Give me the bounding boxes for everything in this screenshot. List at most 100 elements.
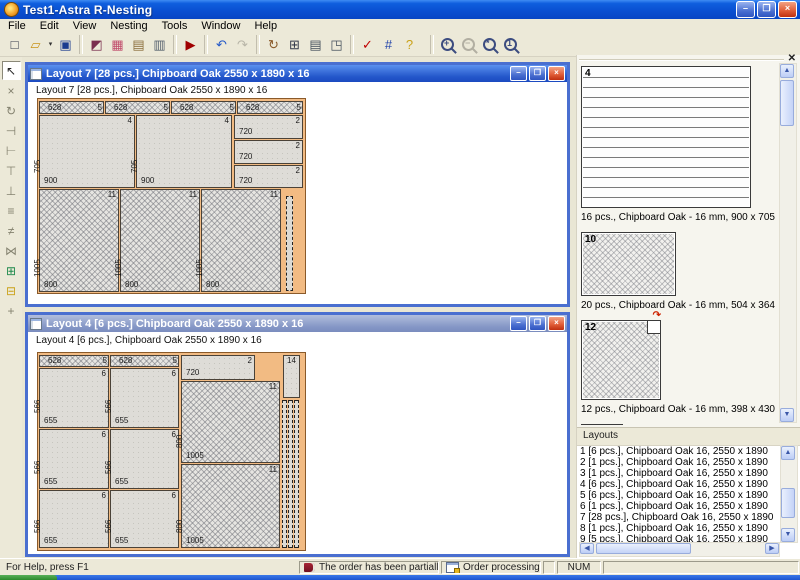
print-preview-button[interactable]: ◳ [326, 35, 347, 55]
sheet-piece[interactable]: 118001005 [181, 381, 280, 463]
check-order-button[interactable]: ✓ [357, 35, 378, 55]
start-button-edge[interactable] [0, 575, 57, 580]
sheet-piece[interactable] [294, 400, 299, 548]
nesting-sheet[interactable]: 6285628562856285470590047059002720272027… [37, 98, 306, 294]
space-horizontal-tool[interactable]: ⊣ [2, 121, 21, 140]
nesting-sheet[interactable]: 6285628565666556566655656665565666556566… [37, 352, 306, 551]
close-button[interactable]: × [778, 1, 797, 18]
scrollbar-thumb[interactable] [596, 543, 691, 554]
open-button[interactable]: ▱ [25, 35, 46, 55]
sheet-piece[interactable]: 111005800 [201, 189, 281, 292]
menu-view[interactable]: View [67, 20, 105, 32]
redo-button[interactable]: ↷ [232, 35, 253, 55]
child-minimize-button[interactable]: – [510, 66, 527, 81]
sheet-piece[interactable] [286, 196, 293, 291]
sheet-piece[interactable] [288, 400, 293, 548]
part-item[interactable]: 14 [577, 424, 778, 425]
layout-canvas[interactable]: Layout 7 [28 pcs.], Chipboard Oak 2550 x… [28, 82, 567, 304]
help-button[interactable]: ? [399, 35, 420, 55]
run-nesting-button[interactable]: ▶ [180, 35, 201, 55]
scroll-right-icon[interactable]: ▶ [765, 543, 779, 554]
sheet-piece[interactable]: 118001005 [181, 464, 280, 548]
space-vertical-tool[interactable]: ⊢ [2, 141, 21, 160]
tile-windows-button[interactable]: ⊞ [284, 35, 305, 55]
cutting-chart-button[interactable]: # [378, 35, 399, 55]
sheet-piece[interactable]: 6566655 [110, 429, 179, 489]
menu-nesting[interactable]: Nesting [104, 20, 155, 32]
child-title-bar[interactable]: Layout 4 [6 pcs.] Chipboard Oak 2550 x 1… [28, 315, 567, 332]
scroll-up-icon[interactable]: ▲ [781, 446, 795, 460]
book-button[interactable]: ▥ [149, 35, 170, 55]
minimize-button[interactable]: – [736, 1, 755, 18]
materials-button[interactable]: ▦ [107, 35, 128, 55]
child-title-bar[interactable]: Layout 7 [28 pcs.] Chipboard Oak 2550 x … [28, 65, 567, 82]
layout-list-item[interactable]: 8 [1 pcs.], Chipboard Oak 16, 2550 x 189… [580, 523, 780, 534]
sheet-piece[interactable]: 6566655 [39, 429, 109, 489]
scroll-down-icon[interactable]: ▼ [780, 408, 794, 422]
sheet-piece[interactable]: 6285 [171, 101, 236, 114]
result-window-tool[interactable]: ⊞ [2, 261, 21, 280]
child-minimize-button[interactable]: – [510, 316, 527, 331]
sheet-piece[interactable]: 6285 [39, 355, 109, 367]
sheet-piece[interactable] [282, 400, 287, 548]
open-dropdown[interactable]: ▾ [46, 35, 55, 55]
print-button[interactable]: ▤ [305, 35, 326, 55]
undo-button[interactable]: ↶ [211, 35, 232, 55]
sheet-piece[interactable]: 6285 [110, 355, 179, 367]
edit-parts-button[interactable]: ◩ [86, 35, 107, 55]
layout-list-item[interactable]: 2 [1 pcs.], Chipboard Oak 16, 2550 x 189… [580, 457, 780, 468]
sheet-piece[interactable]: 6285 [237, 101, 303, 114]
sheet-piece[interactable]: 4705900 [39, 115, 135, 188]
sheets-button[interactable]: ▤ [128, 35, 149, 55]
split-strip-tool[interactable]: ≠ [2, 221, 21, 240]
part-item[interactable]: 1212 pcs., Chipboard Oak - 16 mm, 398 x … [577, 320, 778, 415]
sheet-piece[interactable]: 2720 [181, 355, 255, 380]
sheet-piece[interactable]: 14 [283, 355, 300, 398]
sheet-piece[interactable]: 111005800 [120, 189, 200, 292]
child-close-button[interactable]: × [548, 316, 565, 331]
parts-scrollbar[interactable]: ▲ ▼ [779, 63, 797, 423]
layout-list-item[interactable]: 3 [1 pcs.], Chipboard Oak 16, 2550 x 189… [580, 468, 780, 479]
menu-window[interactable]: Window [195, 20, 248, 32]
layout-canvas[interactable]: Layout 4 [6 pcs.], Chipboard Oak 2550 x … [28, 332, 567, 554]
layout-list-item[interactable]: 1 [6 pcs.], Chipboard Oak 16, 2550 x 189… [580, 446, 780, 457]
scrollbar-thumb[interactable] [780, 80, 794, 126]
layouts-scrollbar[interactable]: ▲ ▼ [780, 445, 798, 543]
align-top-tool[interactable]: ⊤ [2, 161, 21, 180]
menu-help[interactable]: Help [248, 20, 285, 32]
rotate-part-tool[interactable]: ↻ [2, 101, 21, 120]
menu-edit[interactable]: Edit [34, 20, 67, 32]
delete-part-tool[interactable]: × [2, 81, 21, 100]
align-bottom-tool[interactable]: ⊥ [2, 181, 21, 200]
sheet-piece[interactable]: 6566655 [39, 368, 109, 428]
sheet-piece[interactable]: 2720 [234, 115, 303, 139]
scroll-down-icon[interactable]: ▼ [781, 528, 795, 542]
sheet-piece[interactable]: 6566655 [39, 490, 109, 548]
menu-tools[interactable]: Tools [156, 20, 196, 32]
sheet-piece[interactable]: 6566655 [110, 490, 179, 548]
zoom-in-button[interactable]: + [437, 35, 458, 55]
layout-window-7[interactable]: Layout 7 [28 pcs.] Chipboard Oak 2550 x … [25, 62, 570, 307]
sheet-piece[interactable]: 6285 [105, 101, 170, 114]
layout-list-item[interactable]: 5 [6 pcs.], Chipboard Oak 16, 2550 x 189… [580, 490, 780, 501]
zoom-window-button[interactable]: * [479, 35, 500, 55]
zoom-out-button[interactable]: − [458, 35, 479, 55]
layout-list-item[interactable]: 6 [1 pcs.], Chipboard Oak 16, 2550 x 189… [580, 501, 780, 512]
select-tool[interactable]: ↖ [2, 61, 21, 80]
sheet-piece[interactable]: 4705900 [136, 115, 232, 188]
send-to-nesting-button[interactable]: ↻ [263, 35, 284, 55]
sheet-piece[interactable]: 111005800 [39, 189, 119, 292]
scrollbar-thumb[interactable] [781, 488, 795, 518]
join-strips-tool[interactable]: ≡ [2, 201, 21, 220]
sheet-piece[interactable]: 6566655 [110, 368, 179, 428]
save-button[interactable]: ▣ [55, 35, 76, 55]
layout-list-item[interactable]: 4 [6 pcs.], Chipboard Oak 16, 2550 x 189… [580, 479, 780, 490]
child-maximize-button[interactable]: ❐ [529, 316, 546, 331]
child-maximize-button[interactable]: ❐ [529, 66, 546, 81]
menu-file[interactable]: File [2, 20, 34, 32]
sheet-piece[interactable]: 2720 [234, 165, 303, 188]
maximize-button[interactable]: ❐ [757, 1, 776, 18]
edit-result-tool[interactable]: ⊟ [2, 281, 21, 300]
dimensions-tool[interactable]: + [2, 301, 21, 320]
layouts-h-scrollbar[interactable]: ◀ ▶ [579, 542, 780, 557]
